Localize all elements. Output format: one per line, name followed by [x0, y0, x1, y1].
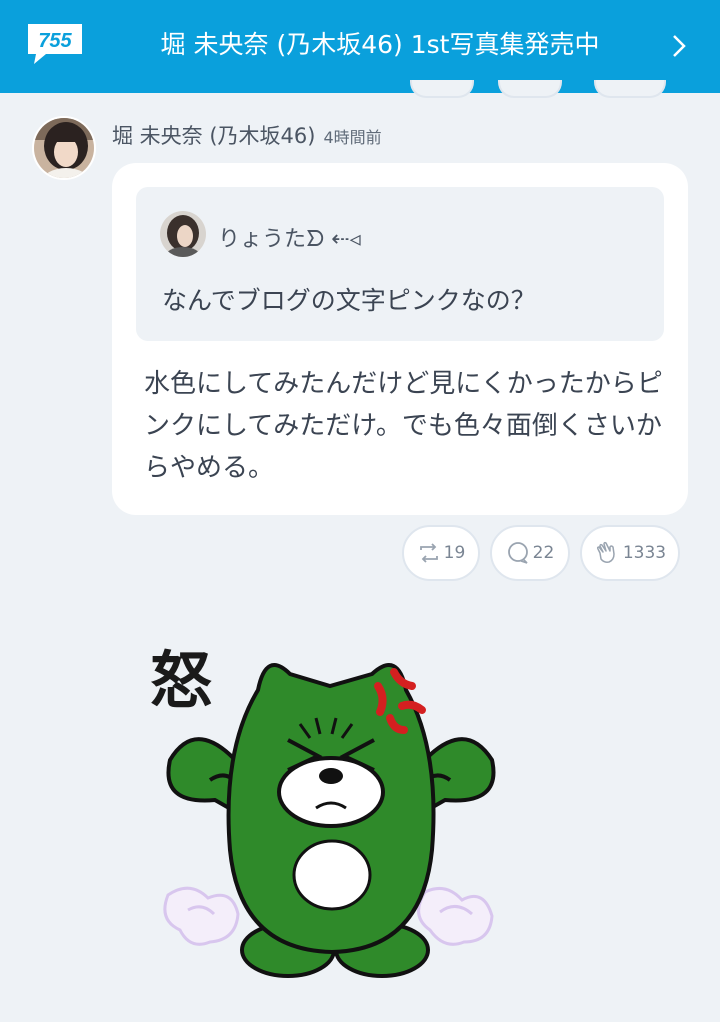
- author-name[interactable]: 堀 未央奈 (乃木坂46): [112, 124, 315, 148]
- commenter-avatar[interactable]: [160, 211, 206, 257]
- comment-count: 22: [532, 543, 555, 563]
- author-avatar[interactable]: [32, 116, 96, 180]
- angry-character-sticker[interactable]: 怒: [140, 630, 520, 1000]
- clap-button[interactable]: 1333: [580, 525, 680, 581]
- commenter-name[interactable]: りょうたᗤ ⇠◃: [218, 221, 361, 253]
- post-bubble: りょうたᗤ ⇠◃ なんでブログの文字ピンクなの？ 水色にしてみたんだけど見にくか…: [112, 163, 688, 515]
- repost-button[interactable]: 19: [402, 525, 480, 581]
- reply-text: 水色にしてみたんだけど見にくかったからピンクにしてみただけ。でも色々面倒くさいか…: [144, 369, 663, 483]
- comment-icon: [507, 542, 528, 564]
- 755-logo-icon: 755: [28, 24, 82, 64]
- logo-text: 755: [38, 30, 72, 52]
- previous-post-edge: [410, 80, 474, 98]
- previous-post-edge: [594, 80, 666, 98]
- clap-icon: [596, 541, 615, 563]
- sticker-caption: 怒: [150, 644, 212, 717]
- post-meta: 堀 未央奈 (乃木坂46) 4時間前: [112, 120, 382, 150]
- chevron-right-icon[interactable]: [668, 32, 690, 60]
- repost-count: 19: [443, 543, 466, 563]
- previous-post-edge: [498, 80, 562, 98]
- quoted-comment[interactable]: りょうたᗤ ⇠◃ なんでブログの文字ピンクなの？: [136, 187, 664, 341]
- author-avatar-icon: [34, 118, 94, 178]
- repost-icon: [419, 543, 438, 563]
- comment-button[interactable]: 22: [490, 525, 570, 581]
- header-title[interactable]: 堀 未央奈 (乃木坂46) 1st写真集発売中: [120, 28, 640, 62]
- comment-text: なんでブログの文字ピンクなの？: [162, 286, 536, 315]
- clap-count: 1333: [622, 543, 667, 563]
- post-time: 4時間前: [323, 128, 382, 147]
- commenter-avatar-icon: [160, 211, 206, 257]
